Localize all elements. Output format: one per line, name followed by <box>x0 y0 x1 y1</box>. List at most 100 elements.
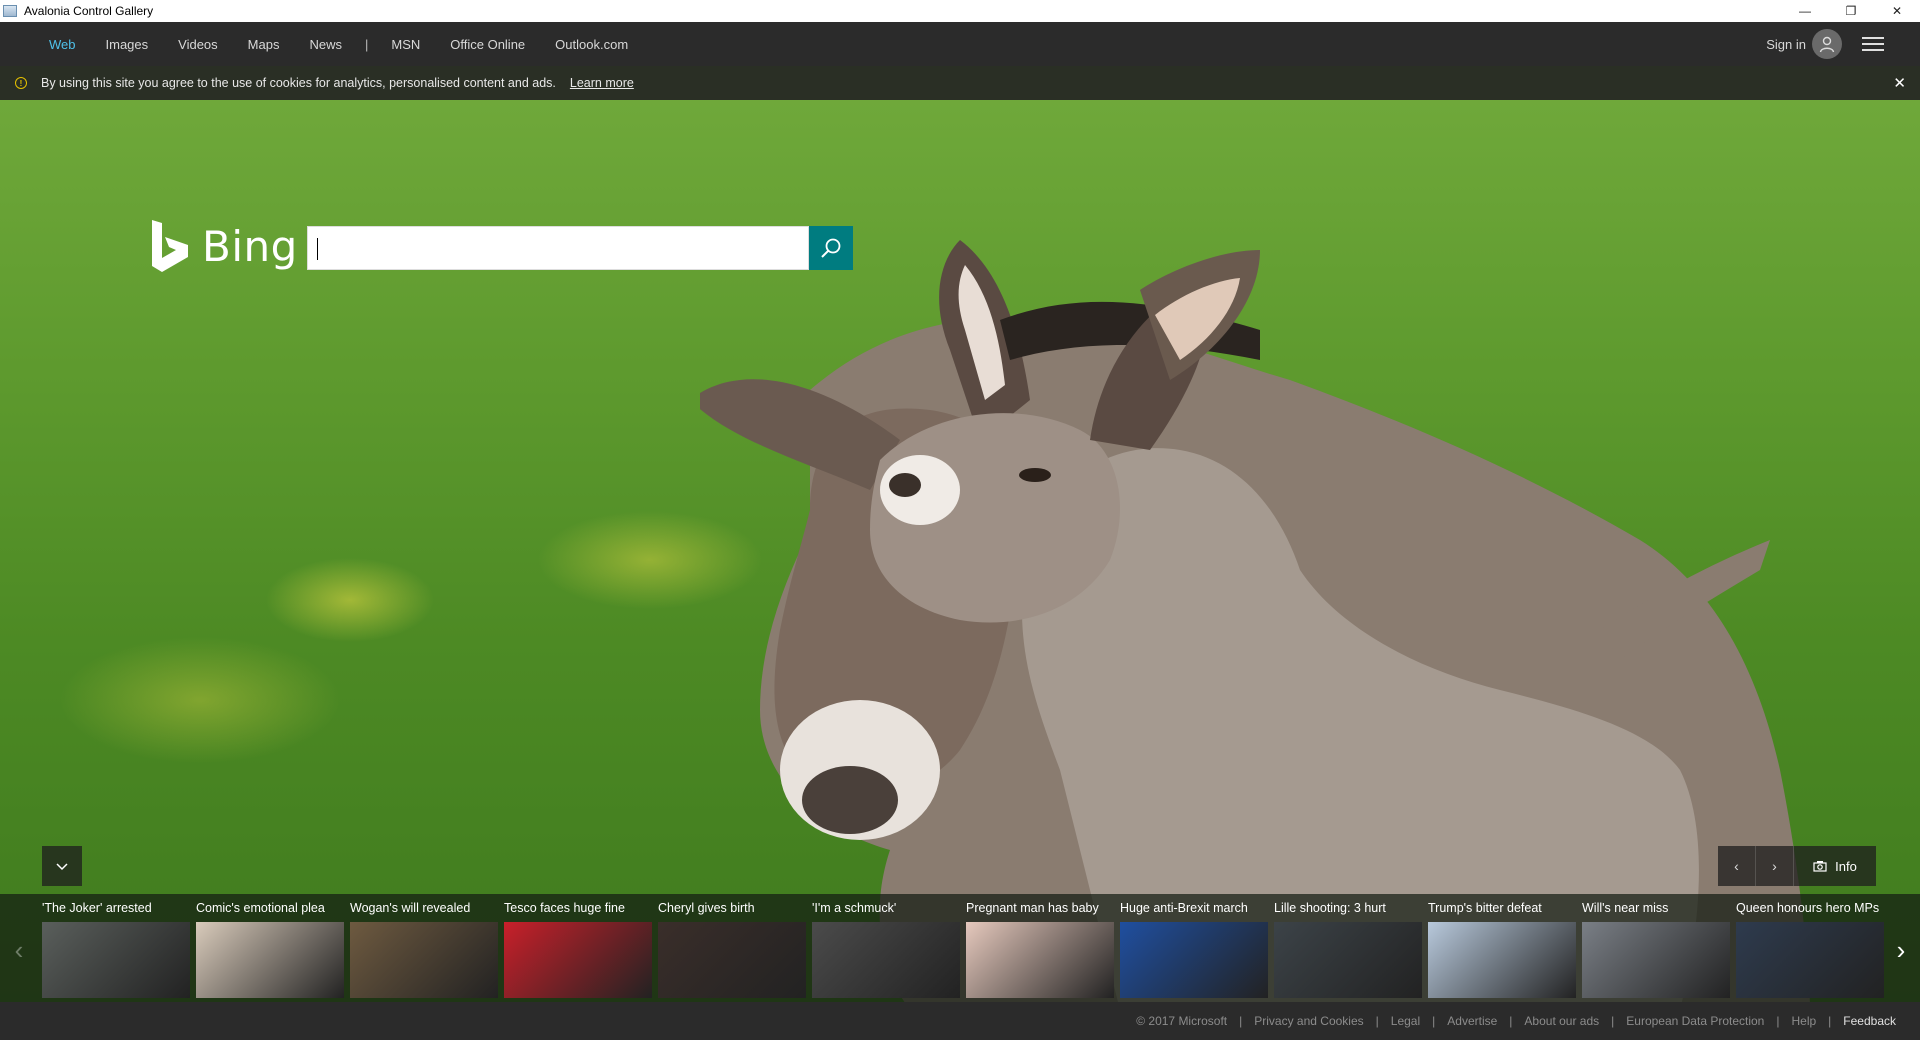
news-item[interactable]: Lille shooting: 3 hurt <box>1274 894 1428 1002</box>
cookie-message: By using this site you agree to the use … <box>41 76 556 90</box>
news-caption: Tesco faces huge fine <box>504 901 625 915</box>
previous-image-button[interactable]: ‹ <box>1718 846 1756 886</box>
news-caption: Will's near miss <box>1582 901 1669 915</box>
bing-b-icon <box>152 220 188 272</box>
nav-news[interactable]: News <box>294 37 357 52</box>
feedback-link[interactable]: Feedback <box>1843 1014 1896 1028</box>
footer-separator: | <box>1239 1014 1243 1028</box>
footer-separator: | <box>1375 1014 1379 1028</box>
footer: © 2017 Microsoft | Privacy and Cookies | Leg… <box>0 1002 1920 1040</box>
search-box[interactable] <box>307 226 809 270</box>
footer-separator: | <box>1611 1014 1615 1028</box>
nav-maps[interactable]: Maps <box>233 37 295 52</box>
footer-link[interactable]: Advertise <box>1447 1014 1497 1028</box>
close-cookie-icon[interactable]: ✕ <box>1893 74 1906 92</box>
window-titlebar: Avalonia Control Gallery — ❐ ✕ <box>0 0 1920 22</box>
news-item[interactable]: Trump's bitter defeat <box>1428 894 1582 1002</box>
hero-background-image: Bing ‹ › Info <box>0 100 1920 1002</box>
search-input[interactable] <box>308 227 808 269</box>
nav-msn[interactable]: MSN <box>376 37 435 52</box>
news-caption: 'The Joker' arrested <box>42 901 152 915</box>
footer-link[interactable]: Privacy and Cookies <box>1254 1014 1363 1028</box>
news-item[interactable]: Will's near miss <box>1582 894 1736 1002</box>
user-avatar-icon[interactable] <box>1812 29 1842 59</box>
menu-icon[interactable] <box>1862 37 1884 51</box>
search-button[interactable] <box>809 226 853 270</box>
nav-outlook[interactable]: Outlook.com <box>540 37 643 52</box>
footer-separator: | <box>1828 1014 1832 1028</box>
news-thumbnail[interactable] <box>1428 922 1576 998</box>
image-info-button[interactable]: Info <box>1794 846 1876 886</box>
news-thumbnail[interactable] <box>966 922 1114 998</box>
text-caret <box>317 238 318 260</box>
news-thumbnail[interactable] <box>658 922 806 998</box>
footer-link[interactable]: About our ads <box>1524 1014 1599 1028</box>
footer-separator: | <box>1776 1014 1780 1028</box>
window-title: Avalonia Control Gallery <box>24 4 154 18</box>
news-item[interactable]: Cheryl gives birth <box>658 894 812 1002</box>
collapse-news-button[interactable] <box>42 846 82 886</box>
news-thumbnail[interactable] <box>1736 922 1884 998</box>
news-caption: Wogan's will revealed <box>350 901 471 915</box>
footer-separator: | <box>1432 1014 1436 1028</box>
news-next-button[interactable]: › <box>1886 930 1916 970</box>
account-area: Sign in <box>1766 22 1920 66</box>
nav-images[interactable]: Images <box>91 37 164 52</box>
nav-web[interactable]: Web <box>34 37 91 52</box>
news-thumbnail[interactable] <box>196 922 344 998</box>
footer-link[interactable]: Help <box>1791 1014 1816 1028</box>
learn-more-link[interactable]: Learn more <box>570 76 634 90</box>
footer-link[interactable]: Legal <box>1391 1014 1420 1028</box>
news-item[interactable]: 'I'm a schmuck' <box>812 894 966 1002</box>
news-caption: Cheryl gives birth <box>658 901 755 915</box>
news-previous-button[interactable]: ‹ <box>4 930 34 970</box>
close-window-button[interactable]: ✕ <box>1874 0 1920 22</box>
footer-link: © 2017 Microsoft <box>1136 1014 1228 1028</box>
news-item[interactable]: Queen honours hero MPs <box>1736 894 1890 1002</box>
bing-logo[interactable]: Bing <box>152 220 298 272</box>
footer-link[interactable]: European Data Protection <box>1626 1014 1764 1028</box>
news-caption: 'I'm a schmuck' <box>812 901 897 915</box>
sign-in-link[interactable]: Sign in <box>1766 37 1806 52</box>
news-carousel: ‹ 'The Joker' arrested Comic's emotional … <box>0 894 1920 1002</box>
nav-videos[interactable]: Videos <box>163 37 233 52</box>
news-list: 'The Joker' arrested Comic's emotional pl… <box>42 894 1884 1002</box>
news-thumbnail[interactable] <box>1582 922 1730 998</box>
nav-office-online[interactable]: Office Online <box>435 37 540 52</box>
donkeys-photo <box>700 240 1810 1002</box>
info-label: Info <box>1835 858 1857 874</box>
news-thumbnail[interactable] <box>1120 922 1268 998</box>
news-thumbnail[interactable] <box>42 922 190 998</box>
news-item[interactable]: Comic's emotional plea <box>196 894 350 1002</box>
camera-icon <box>1813 861 1827 872</box>
news-caption: Lille shooting: 3 hurt <box>1274 901 1386 915</box>
news-caption: Pregnant man has baby <box>966 901 1099 915</box>
news-item[interactable]: Wogan's will revealed <box>350 894 504 1002</box>
news-thumbnail[interactable] <box>812 922 960 998</box>
cookie-banner: ! By using this site you agree to the us… <box>0 66 1920 100</box>
next-image-button[interactable]: › <box>1756 846 1794 886</box>
news-thumbnail[interactable] <box>350 922 498 998</box>
info-icon: ! <box>15 77 27 89</box>
news-caption: Comic's emotional plea <box>196 901 325 915</box>
news-caption: Queen honours hero MPs <box>1736 901 1880 915</box>
chevron-down-icon <box>56 863 68 871</box>
news-thumbnail[interactable] <box>504 922 652 998</box>
restore-button[interactable]: ❐ <box>1828 0 1874 22</box>
news-item[interactable]: 'The Joker' arrested <box>42 894 196 1002</box>
news-thumbnail[interactable] <box>1274 922 1422 998</box>
search-icon <box>821 238 841 258</box>
app-icon <box>3 5 17 17</box>
bing-wordmark: Bing <box>202 221 298 271</box>
news-item[interactable]: Huge anti-Brexit march <box>1120 894 1274 1002</box>
news-caption: Trump's bitter defeat <box>1428 901 1542 915</box>
news-item[interactable]: Pregnant man has baby <box>966 894 1120 1002</box>
image-navigation: ‹ › Info <box>1718 846 1876 886</box>
news-item[interactable]: Tesco faces huge fine <box>504 894 658 1002</box>
news-caption: Huge anti-Brexit march <box>1120 901 1248 915</box>
minimize-button[interactable]: — <box>1782 0 1828 22</box>
top-navigation: Web Images Videos Maps News | MSN Office… <box>0 22 1920 66</box>
footer-separator: | <box>1509 1014 1513 1028</box>
window-controls: — ❐ ✕ <box>1782 0 1920 22</box>
nav-separator: | <box>364 36 369 52</box>
